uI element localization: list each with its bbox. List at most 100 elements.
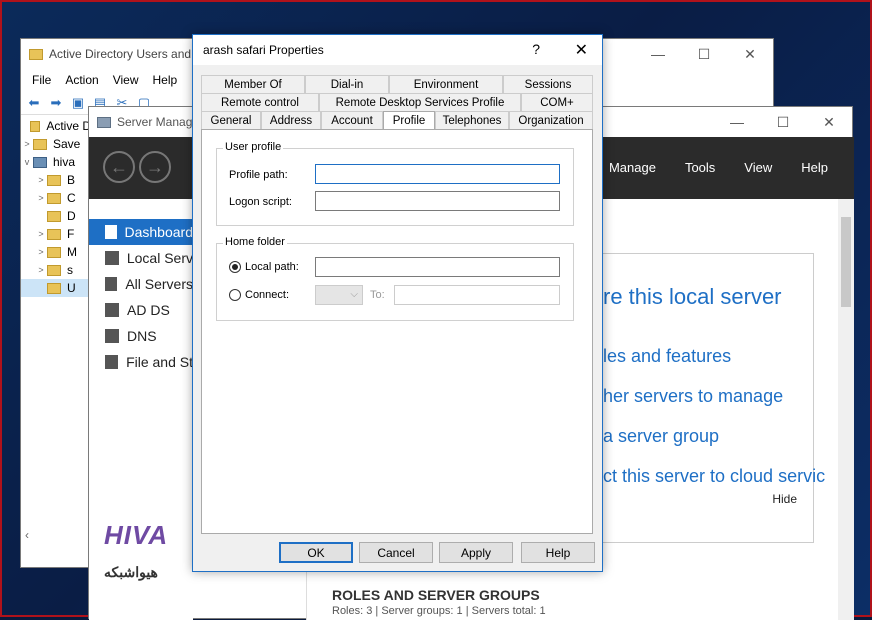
tree-arrow-icon[interactable]: >	[35, 229, 47, 239]
sidebar-item-all-servers[interactable]: All Servers	[89, 271, 193, 297]
minimize-button[interactable]: —	[714, 107, 760, 137]
menu-manage[interactable]: Manage	[609, 160, 656, 175]
hide-link[interactable]: Hide	[772, 492, 797, 506]
ad-folder-icon	[29, 48, 43, 60]
menu-tools[interactable]: Tools	[685, 160, 715, 175]
tree-node[interactable]: > Save	[21, 135, 91, 153]
sidebar-item-dns[interactable]: DNS	[89, 323, 193, 349]
dialog-title: arash safari Properties	[203, 43, 324, 57]
up-folder-icon[interactable]: ▣	[69, 95, 87, 111]
close-icon[interactable]: ✕	[575, 40, 588, 60]
connect-radio[interactable]	[229, 289, 241, 301]
forward-button[interactable]: →	[139, 151, 171, 183]
servers-icon	[105, 277, 118, 291]
welcome-link-configure[interactable]: re this local server	[603, 284, 782, 310]
tab-environment[interactable]: Environment	[389, 75, 503, 93]
local-path-radio[interactable]	[229, 261, 241, 273]
scroll-left-icon[interactable]: ‹	[25, 528, 29, 542]
profile-path-input[interactable]	[315, 164, 560, 184]
tab-dial-in[interactable]: Dial-in	[305, 75, 389, 93]
tree-arrow-icon[interactable]: v	[21, 157, 33, 167]
tree-arrow-icon[interactable]: >	[35, 247, 47, 257]
tree-node[interactable]: > B	[21, 171, 91, 189]
tab-general[interactable]: General	[201, 111, 261, 129]
logon-script-input[interactable]	[315, 191, 560, 211]
roles-summary: Roles: 3 | Server groups: 1 | Servers to…	[332, 605, 546, 617]
back-button[interactable]: ←	[103, 151, 135, 183]
welcome-link-add-servers[interactable]: her servers to manage	[603, 386, 783, 407]
server-manager-icon	[97, 116, 111, 128]
sidebar-item-label: All Servers	[125, 276, 193, 292]
ad-window-title: Active Directory Users and	[49, 47, 192, 61]
minimize-button[interactable]: —	[635, 39, 681, 69]
apply-button[interactable]: Apply	[439, 542, 513, 563]
sidebar-item-local-server[interactable]: Local Serv	[89, 245, 193, 271]
tab-remote-control[interactable]: Remote control	[201, 93, 319, 111]
tree-arrow-icon[interactable]: >	[35, 193, 47, 203]
tab-rds-profile[interactable]: Remote Desktop Services Profile	[319, 93, 521, 111]
sm-scrollbar[interactable]	[838, 199, 854, 620]
cancel-button[interactable]: Cancel	[359, 542, 433, 563]
tab-sessions[interactable]: Sessions	[503, 75, 593, 93]
help-button[interactable]: Help	[521, 542, 595, 563]
sm-menu: Manage Tools View Help	[609, 160, 828, 175]
tab-address[interactable]: Address	[261, 111, 321, 129]
forward-arrow-icon[interactable]: ➡	[47, 95, 65, 111]
sidebar-item-label: File and St	[126, 354, 193, 370]
menu-view[interactable]: View	[744, 160, 772, 175]
tab-organization[interactable]: Organization	[509, 111, 593, 129]
sidebar-item-file-storage[interactable]: File and St	[89, 349, 193, 375]
help-icon[interactable]: ?	[532, 41, 540, 57]
tree-node[interactable]: > F	[21, 225, 91, 243]
tree-scrollbar[interactable]: ‹	[21, 527, 91, 543]
dialog-titlebar: arash safari Properties	[193, 35, 602, 65]
sidebar-item-label: Local Serv	[126, 250, 193, 266]
maximize-button[interactable]: ☐	[760, 107, 806, 137]
close-button[interactable]: ✕	[727, 39, 773, 69]
tree-arrow-icon[interactable]: >	[35, 175, 47, 185]
tab-member-of[interactable]: Member Of	[201, 75, 305, 93]
sidebar-item-ad-ds[interactable]: AD DS	[89, 297, 193, 323]
tree-node-selected[interactable]: U	[21, 279, 91, 297]
tree-node[interactable]: > M	[21, 243, 91, 261]
scrollbar-thumb[interactable]	[841, 217, 851, 307]
back-arrow-icon[interactable]: ⬅	[25, 95, 43, 111]
tree-node[interactable]: Active D	[21, 117, 91, 135]
ad-ds-icon	[105, 303, 119, 317]
ok-button[interactable]: OK	[279, 542, 353, 563]
close-button[interactable]: ✕	[806, 107, 852, 137]
home-folder-group: Home folder Local path: Connect: ⌵ To:	[216, 236, 574, 321]
menu-action[interactable]: Action	[58, 73, 105, 87]
tree-node-label: B	[67, 173, 76, 187]
tree-node[interactable]: > C	[21, 189, 91, 207]
tab-account[interactable]: Account	[321, 111, 383, 129]
connect-to-input[interactable]	[394, 285, 560, 305]
maximize-button[interactable]: ☐	[681, 39, 727, 69]
local-path-input[interactable]	[315, 257, 560, 277]
menu-file[interactable]: File	[25, 73, 58, 87]
welcome-link-roles[interactable]: les and features	[603, 346, 731, 367]
tree-node[interactable]: v hiva	[21, 153, 91, 171]
tab-profile[interactable]: Profile	[383, 111, 435, 129]
ad-window-controls: — ☐ ✕	[635, 39, 773, 69]
folder-icon	[47, 282, 61, 294]
menu-help[interactable]: Help	[801, 160, 828, 175]
tab-com-plus[interactable]: COM+	[521, 93, 593, 111]
menu-view[interactable]: View	[106, 73, 146, 87]
domain-icon	[33, 156, 47, 168]
sidebar-item-label: AD DS	[127, 302, 170, 318]
sm-window-title: Server Manag	[117, 115, 193, 129]
tree-node[interactable]: > s	[21, 261, 91, 279]
drive-letter-select[interactable]: ⌵	[315, 285, 363, 305]
file-storage-icon	[105, 355, 119, 369]
tab-telephones[interactable]: Telephones	[435, 111, 509, 129]
menu-help[interactable]: Help	[146, 73, 185, 87]
tree-node[interactable]: D	[21, 207, 91, 225]
tree-node-label: hiva	[53, 155, 76, 169]
welcome-link-server-group[interactable]: a server group	[603, 426, 719, 447]
tree-arrow-icon[interactable]: >	[35, 265, 47, 275]
tree-arrow-icon[interactable]: >	[21, 139, 33, 149]
sidebar-item-dashboard[interactable]: Dashboard	[89, 219, 193, 245]
tab-row: Remote control Remote Desktop Services P…	[201, 93, 593, 111]
welcome-link-cloud[interactable]: ct this server to cloud servic	[603, 466, 825, 487]
